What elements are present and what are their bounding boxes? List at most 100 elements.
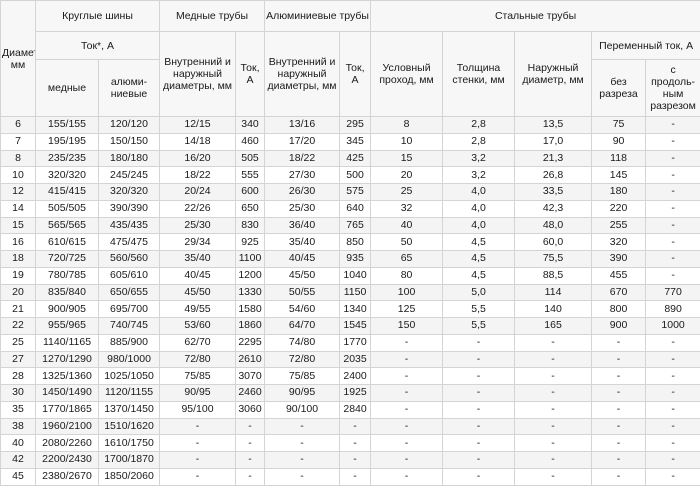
cell-diameter: 30 bbox=[1, 385, 36, 402]
cell-ac-no-slot: 455 bbox=[592, 267, 646, 284]
cell-nominal-bore: 100 bbox=[371, 284, 443, 301]
cell-al-pipe-diameters: 72/80 bbox=[265, 351, 340, 368]
cell-cu-pipe-diameters: 35/40 bbox=[160, 251, 236, 268]
cell-al-pipe-current: - bbox=[340, 435, 371, 452]
cell-al-pipe-current: - bbox=[340, 452, 371, 469]
cell-round-copper: 1325/1360 bbox=[36, 368, 99, 385]
cell-diameter: 28 bbox=[1, 368, 36, 385]
cell-outer-diameter: - bbox=[515, 468, 592, 485]
cell-cu-pipe-current: 460 bbox=[236, 133, 265, 150]
header-wall-thickness: Толщина стенки, мм bbox=[443, 32, 515, 117]
table-body: 6155/155120/12012/1534013/1629582,813,57… bbox=[1, 117, 700, 486]
cell-cu-pipe-current: 1200 bbox=[236, 267, 265, 284]
cell-al-pipe-current: 2035 bbox=[340, 351, 371, 368]
cell-nominal-bore: 25 bbox=[371, 184, 443, 201]
cell-cu-pipe-current: 650 bbox=[236, 200, 265, 217]
cell-round-aluminum: 390/390 bbox=[99, 200, 160, 217]
cell-ac-with-slot: - bbox=[646, 267, 700, 284]
cell-round-copper: 565/565 bbox=[36, 217, 99, 234]
cell-cu-pipe-diameters: 20/24 bbox=[160, 184, 236, 201]
cell-diameter: 18 bbox=[1, 251, 36, 268]
cell-al-pipe-current: - bbox=[340, 468, 371, 485]
cell-nominal-bore: 20 bbox=[371, 167, 443, 184]
cell-nominal-bore: - bbox=[371, 334, 443, 351]
cell-cu-pipe-current: 340 bbox=[236, 117, 265, 134]
cell-diameter: 12 bbox=[1, 184, 36, 201]
cell-cu-pipe-current: - bbox=[236, 468, 265, 485]
cell-diameter: 15 bbox=[1, 217, 36, 234]
cell-round-aluminum: 1025/1050 bbox=[99, 368, 160, 385]
cell-ac-no-slot: 800 bbox=[592, 301, 646, 318]
cell-al-pipe-diameters: 25/30 bbox=[265, 200, 340, 217]
table-row: 22955/965740/74553/60186064/7015451505,5… bbox=[1, 318, 700, 335]
cell-ac-with-slot: - bbox=[646, 385, 700, 402]
cell-outer-diameter: - bbox=[515, 418, 592, 435]
cell-round-aluminum: 1370/1450 bbox=[99, 401, 160, 418]
cell-cu-pipe-current: - bbox=[236, 435, 265, 452]
table-row: 20835/840650/65545/50133050/5511501005,0… bbox=[1, 284, 700, 301]
cell-wall-thickness: 5,0 bbox=[443, 284, 515, 301]
cell-diameter: 35 bbox=[1, 401, 36, 418]
cell-al-pipe-current: 425 bbox=[340, 150, 371, 167]
table-row: 10320/320245/24518/2255527/30500203,226,… bbox=[1, 167, 700, 184]
cell-round-aluminum: 650/655 bbox=[99, 284, 160, 301]
cell-ac-no-slot: - bbox=[592, 468, 646, 485]
header-current-aluminum: Ток, А bbox=[340, 32, 371, 117]
cell-al-pipe-diameters: 90/100 bbox=[265, 401, 340, 418]
cell-al-pipe-diameters: 54/60 bbox=[265, 301, 340, 318]
cell-ac-no-slot: - bbox=[592, 385, 646, 402]
cell-round-copper: 2080/2260 bbox=[36, 435, 99, 452]
table-row: 16610/615475/47529/3492535/40850504,560,… bbox=[1, 234, 700, 251]
table-row: 381960/21001510/1620--------- bbox=[1, 418, 700, 435]
cell-nominal-bore: 32 bbox=[371, 200, 443, 217]
cell-wall-thickness: 4,5 bbox=[443, 251, 515, 268]
table-row: 18720/725560/56035/40110040/45935654,575… bbox=[1, 251, 700, 268]
cell-diameter: 21 bbox=[1, 301, 36, 318]
cell-cu-pipe-diameters: 18/22 bbox=[160, 167, 236, 184]
cell-cu-pipe-current: 600 bbox=[236, 184, 265, 201]
cell-diameter: 6 bbox=[1, 117, 36, 134]
cell-cu-pipe-current: 2295 bbox=[236, 334, 265, 351]
cell-cu-pipe-current: 1330 bbox=[236, 284, 265, 301]
header-round-bus: Круглые шины bbox=[36, 1, 160, 32]
cell-wall-thickness: 4,5 bbox=[443, 267, 515, 284]
cell-al-pipe-diameters: 35/40 bbox=[265, 234, 340, 251]
cell-cu-pipe-current: - bbox=[236, 452, 265, 469]
cell-ac-no-slot: - bbox=[592, 351, 646, 368]
cell-round-aluminum: 740/745 bbox=[99, 318, 160, 335]
cell-wall-thickness: - bbox=[443, 452, 515, 469]
cell-nominal-bore: - bbox=[371, 452, 443, 469]
cell-round-copper: 955/965 bbox=[36, 318, 99, 335]
cell-nominal-bore: - bbox=[371, 401, 443, 418]
cell-al-pipe-current: 295 bbox=[340, 117, 371, 134]
cell-cu-pipe-diameters: 45/50 bbox=[160, 284, 236, 301]
cell-cu-pipe-current: 3070 bbox=[236, 368, 265, 385]
cell-al-pipe-diameters: 13/16 bbox=[265, 117, 340, 134]
header-copper: медные bbox=[36, 60, 99, 117]
cell-outer-diameter: - bbox=[515, 435, 592, 452]
table-row: 8235/235180/18016/2050518/22425153,221,3… bbox=[1, 150, 700, 167]
table-row: 452380/26701850/2060--------- bbox=[1, 468, 700, 485]
cell-wall-thickness: - bbox=[443, 368, 515, 385]
cell-ac-no-slot: - bbox=[592, 368, 646, 385]
cell-al-pipe-diameters: - bbox=[265, 452, 340, 469]
cell-al-pipe-diameters: 45/50 bbox=[265, 267, 340, 284]
cell-round-copper: 505/505 bbox=[36, 200, 99, 217]
cell-nominal-bore: - bbox=[371, 418, 443, 435]
cell-cu-pipe-diameters: - bbox=[160, 418, 236, 435]
cell-cu-pipe-current: 555 bbox=[236, 167, 265, 184]
cell-round-copper: 155/155 bbox=[36, 117, 99, 134]
cell-outer-diameter: - bbox=[515, 351, 592, 368]
table-row: 281325/13601025/105075/85307075/852400--… bbox=[1, 368, 700, 385]
cell-cu-pipe-current: 830 bbox=[236, 217, 265, 234]
cell-wall-thickness: 5,5 bbox=[443, 301, 515, 318]
cell-ac-no-slot: - bbox=[592, 401, 646, 418]
cell-diameter: 40 bbox=[1, 435, 36, 452]
cell-outer-diameter: - bbox=[515, 452, 592, 469]
cell-outer-diameter: - bbox=[515, 334, 592, 351]
cell-al-pipe-current: - bbox=[340, 418, 371, 435]
cell-nominal-bore: 80 bbox=[371, 267, 443, 284]
cell-al-pipe-diameters: 36/40 bbox=[265, 217, 340, 234]
cell-outer-diameter: 165 bbox=[515, 318, 592, 335]
cell-outer-diameter: 13,5 bbox=[515, 117, 592, 134]
